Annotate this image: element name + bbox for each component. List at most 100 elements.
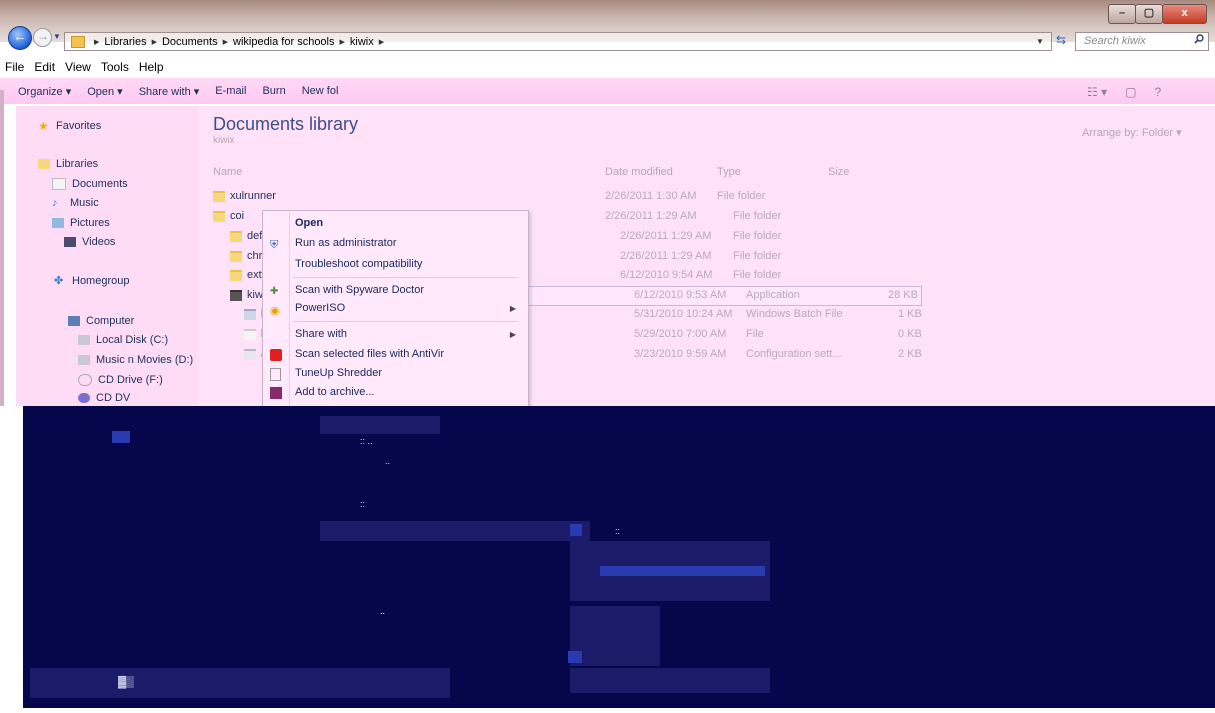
pictures-icon bbox=[52, 218, 64, 228]
file-type: Windows Batch File bbox=[746, 308, 843, 320]
nav-computer[interactable]: Computer bbox=[68, 315, 134, 327]
nav-libraries[interactable]: Libraries bbox=[38, 158, 98, 170]
nav-favorites[interactable]: ★ Favorites bbox=[38, 120, 101, 132]
file-name: coi bbox=[230, 210, 245, 222]
search-input[interactable]: Search kiwix bbox=[1075, 32, 1209, 51]
file-size: 1 KB bbox=[898, 308, 922, 320]
ctx-troubleshoot[interactable]: Troubleshoot compatibility bbox=[295, 258, 422, 270]
ctx-open[interactable]: Open bbox=[295, 217, 323, 229]
column-header-type[interactable]: Type bbox=[717, 166, 741, 178]
address-dropdown-icon[interactable]: ▼ bbox=[1036, 37, 1044, 46]
burn-button[interactable]: Burn bbox=[262, 85, 285, 97]
drive-icon bbox=[78, 355, 90, 365]
new-folder-button[interactable]: New fol bbox=[302, 85, 339, 97]
chevron-right-icon[interactable]: ▶ bbox=[94, 38, 99, 46]
file-date: 5/29/2010 7:00 AM bbox=[634, 328, 727, 340]
address-bar[interactable]: ▶ Libraries ▶ Documents ▶ wikipedia for … bbox=[64, 32, 1052, 51]
organize-button[interactable]: Organize ▾ bbox=[18, 85, 71, 98]
folder-icon bbox=[230, 230, 242, 242]
menu-tools[interactable]: Tools bbox=[96, 60, 134, 74]
column-header-size[interactable]: Size bbox=[828, 166, 849, 178]
edge-strip bbox=[0, 406, 23, 713]
file-row-name[interactable]: kiw bbox=[230, 289, 263, 301]
star-icon: ★ bbox=[38, 119, 49, 133]
nav-pictures[interactable]: Pictures bbox=[52, 217, 110, 229]
ctx-poweriso[interactable]: PowerISO bbox=[295, 302, 345, 314]
file-date: 2/26/2011 1:30 AM bbox=[605, 190, 697, 202]
folder-icon bbox=[230, 250, 242, 262]
glitch-noise: :: bbox=[330, 394, 336, 404]
nav-local-disk-label: Local Disk (C:) bbox=[96, 334, 169, 346]
file-row-name[interactable]: ext bbox=[230, 269, 262, 281]
open-button[interactable]: Open ▾ bbox=[87, 85, 123, 98]
shredder-icon bbox=[270, 368, 281, 381]
breadcrumb-libraries[interactable]: Libraries bbox=[104, 36, 146, 48]
nav-music-movies-label: Music n Movies (D:) bbox=[96, 354, 194, 366]
view-controls: ☷ ▾ ▢ ? bbox=[1087, 82, 1215, 102]
ctx-scan-antivir[interactable]: Scan selected files with AntiVir bbox=[295, 348, 444, 360]
file-type: Configuration sett... bbox=[746, 348, 842, 360]
close-button[interactable]: x bbox=[1162, 4, 1207, 24]
menu-bar: File Edit View Tools Help bbox=[0, 58, 1215, 76]
file-row-name[interactable]: coi bbox=[213, 210, 244, 222]
glitch-noise: .. bbox=[380, 606, 386, 616]
change-view-icon[interactable]: ☷ ▾ bbox=[1087, 85, 1107, 99]
file-row-name[interactable]: xulrunner bbox=[213, 190, 276, 202]
nav-cd-drive[interactable]: CD Drive (F:) bbox=[78, 374, 163, 386]
menu-edit[interactable]: Edit bbox=[29, 60, 60, 74]
file-row-name[interactable]: def bbox=[230, 230, 262, 242]
maximize-button[interactable]: ▢ bbox=[1135, 4, 1163, 24]
help-icon[interactable]: ? bbox=[1154, 85, 1161, 99]
nav-documents[interactable]: Documents bbox=[52, 178, 128, 190]
ctx-run-as-admin[interactable]: Run as administrator bbox=[295, 237, 397, 249]
preview-pane-icon[interactable]: ▢ bbox=[1125, 85, 1136, 99]
refresh-icon[interactable]: ⇆ bbox=[1052, 32, 1070, 49]
column-header-date[interactable]: Date modified bbox=[605, 166, 673, 178]
forward-button[interactable] bbox=[33, 28, 52, 47]
menu-help[interactable]: Help bbox=[134, 60, 169, 74]
file-row-name[interactable]: chr bbox=[230, 250, 262, 262]
email-button[interactable]: E-mail bbox=[215, 85, 246, 97]
file-date: 3/23/2010 9:59 AM bbox=[634, 348, 727, 360]
share-with-button[interactable]: Share with ▾ bbox=[139, 85, 200, 98]
arrange-by-dropdown[interactable]: Arrange by: Folder ▾ bbox=[1082, 126, 1182, 139]
nav-accent bbox=[0, 90, 4, 406]
back-button[interactable] bbox=[8, 26, 32, 50]
chevron-right-icon[interactable]: ▶ bbox=[152, 38, 157, 46]
separator bbox=[293, 321, 518, 322]
column-header-name[interactable]: Name bbox=[213, 166, 242, 178]
file-name: chr bbox=[247, 250, 263, 262]
recent-pages-dropdown-icon[interactable]: ▼ bbox=[53, 33, 61, 41]
chevron-right-icon[interactable]: ▶ bbox=[379, 38, 384, 46]
file-date: 5/31/2010 10:24 AM bbox=[634, 308, 733, 320]
file-name: kiw bbox=[247, 289, 263, 301]
nav-homegroup-label: Homegroup bbox=[72, 275, 130, 287]
minimize-button[interactable]: – bbox=[1108, 4, 1136, 24]
ctx-scan-spyware[interactable]: Scan with Spyware Doctor bbox=[295, 284, 424, 296]
nav-local-disk[interactable]: Local Disk (C:) bbox=[78, 334, 168, 346]
ctx-tuneup-shredder[interactable]: TuneUp Shredder bbox=[295, 367, 382, 379]
archive-icon bbox=[270, 387, 282, 399]
nav-music-movies[interactable]: Music n Movies (D:) bbox=[78, 354, 193, 366]
file-date: 2/26/2011 1:29 AM bbox=[605, 210, 697, 222]
command-bar: Organize ▾ Open ▾ Share with ▾ E-mail Bu… bbox=[0, 78, 1215, 104]
nav-videos[interactable]: Videos bbox=[64, 236, 115, 248]
ctx-share-with[interactable]: Share with bbox=[295, 328, 347, 340]
menu-view[interactable]: View bbox=[60, 60, 96, 74]
glitch-noise: :: .. bbox=[360, 436, 373, 446]
breadcrumb-wikipedia[interactable]: wikipedia for schools bbox=[233, 36, 335, 48]
search-icon[interactable] bbox=[1194, 34, 1204, 44]
chevron-right-icon[interactable]: ▶ bbox=[223, 38, 228, 46]
file-type: File folder bbox=[717, 190, 766, 202]
edge-strip bbox=[0, 708, 1215, 713]
nav-homegroup[interactable]: ✤ Homegroup bbox=[54, 275, 129, 287]
library-title: Documents library bbox=[213, 114, 359, 134]
breadcrumb-documents[interactable]: Documents bbox=[162, 36, 218, 48]
nav-cd-dvd[interactable]: CD DV bbox=[78, 392, 130, 404]
chevron-right-icon[interactable]: ▶ bbox=[340, 38, 345, 46]
file-date: 6/12/2010 9:53 AM bbox=[634, 289, 727, 301]
breadcrumb-kiwix[interactable]: kiwix bbox=[350, 36, 374, 48]
glitch-block bbox=[600, 566, 765, 576]
menu-file[interactable]: File bbox=[0, 60, 29, 74]
nav-music[interactable]: ♪ Music bbox=[52, 197, 99, 209]
